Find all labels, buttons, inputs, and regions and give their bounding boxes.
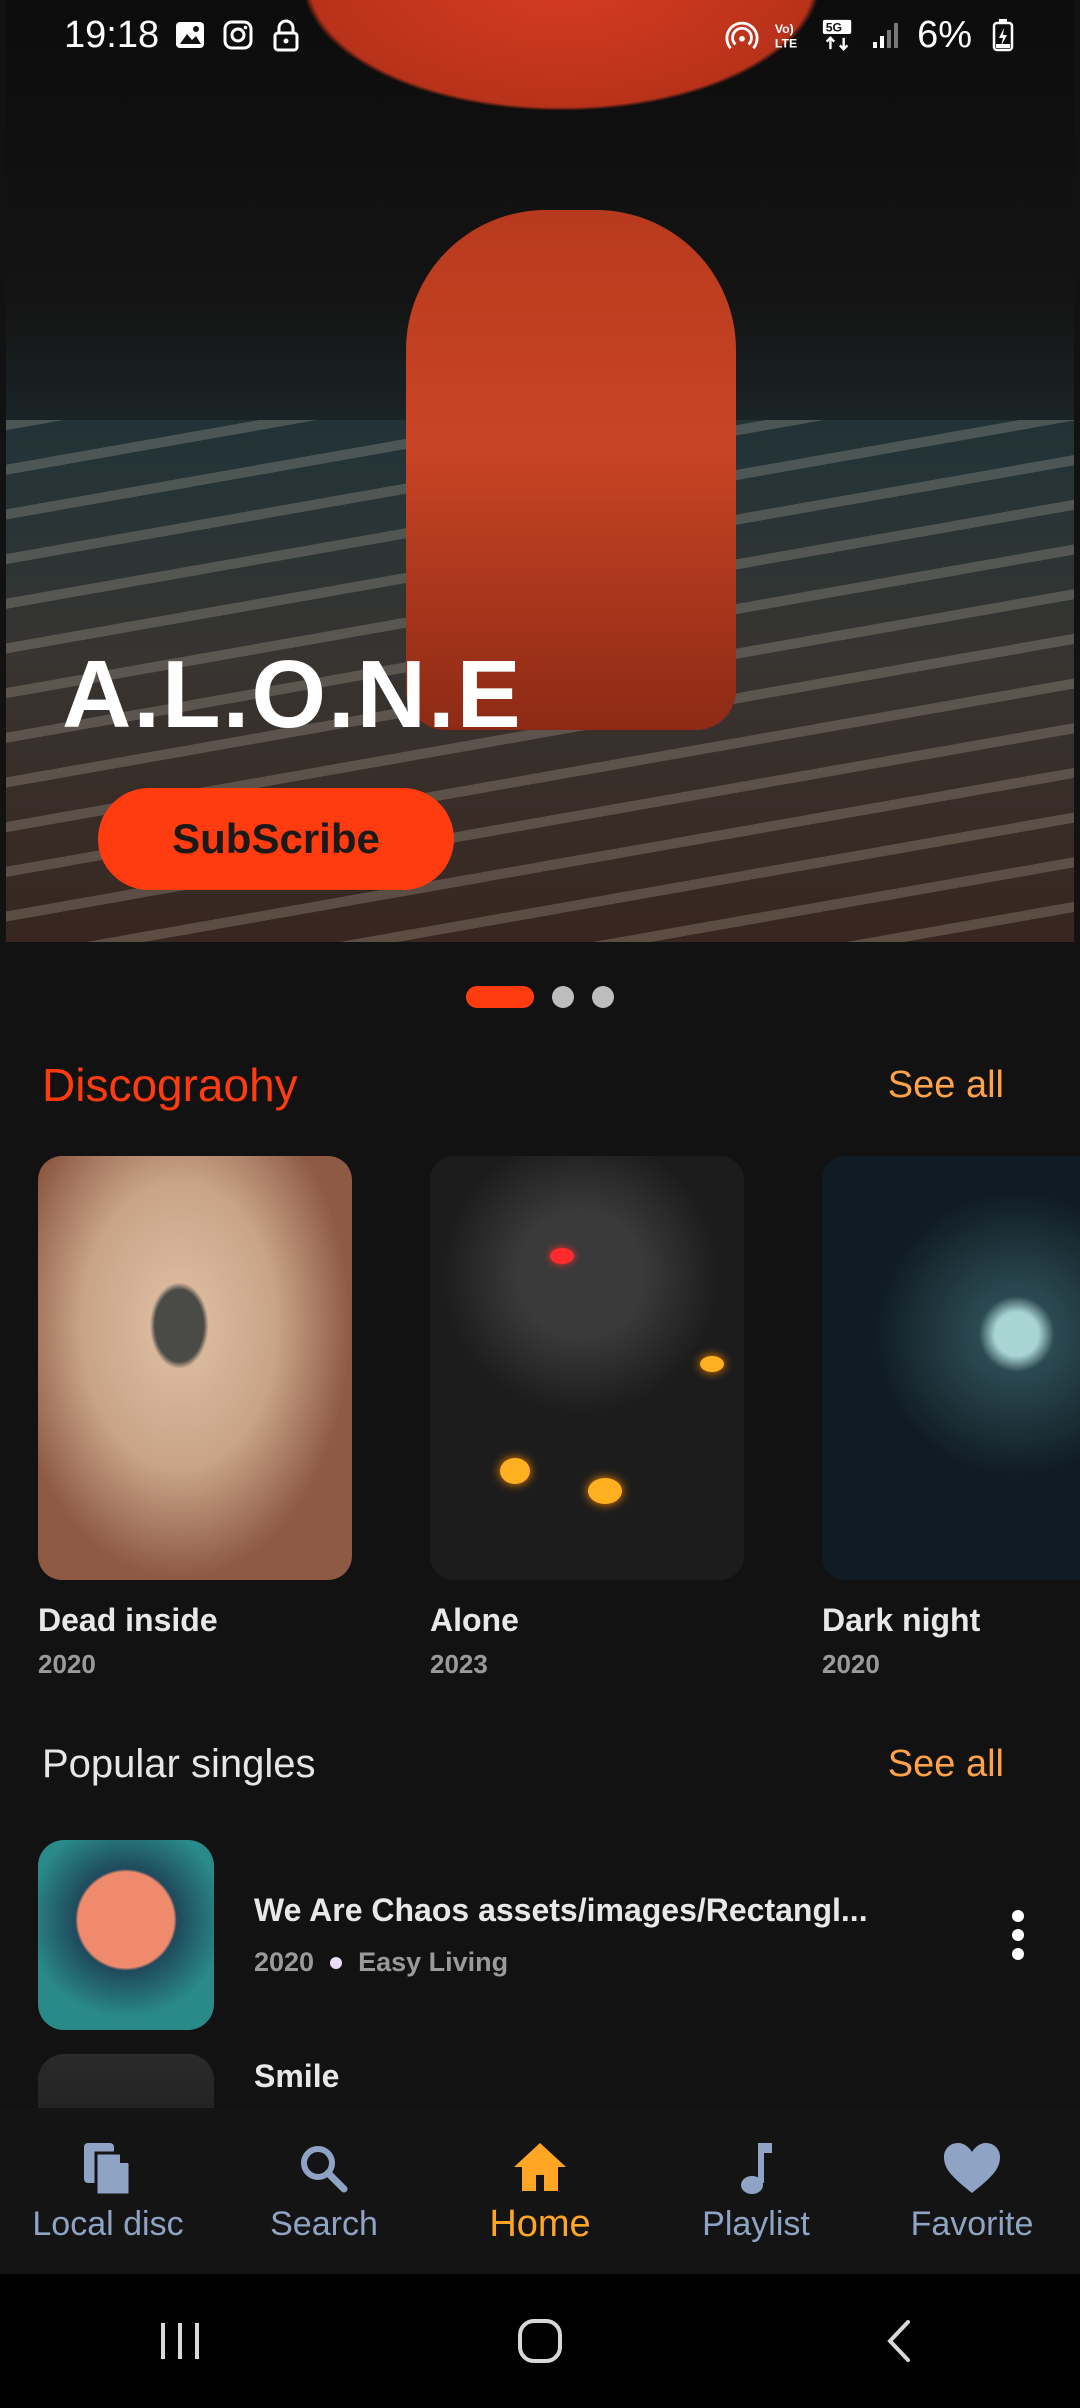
svg-text:5G: 5G bbox=[826, 21, 842, 35]
album-cover bbox=[38, 1156, 352, 1580]
recent-apps-button[interactable] bbox=[130, 2301, 230, 2381]
discography-title: Discograohy bbox=[42, 1059, 298, 1111]
single-info: We Are Chaos assets/images/Rectangl... 2… bbox=[254, 1892, 988, 1978]
single-info: Smile bbox=[254, 2058, 1048, 2095]
discography-see-all-link[interactable]: See all bbox=[888, 1064, 1004, 1107]
instagram-notification-icon bbox=[221, 18, 255, 52]
album-year: 2023 bbox=[430, 1649, 488, 1676]
nav-item-favorite[interactable]: Favorite bbox=[872, 2139, 1072, 2244]
cover-detail bbox=[550, 1248, 574, 1264]
subscribe-button[interactable]: SubScribe bbox=[98, 788, 454, 890]
nav-item-playlist[interactable]: Playlist bbox=[656, 2139, 856, 2244]
nav-label: Search bbox=[270, 2204, 378, 2243]
hero-banner[interactable]: A.L.O.N.E SubScribe bbox=[6, 0, 1074, 942]
single-title: We Are Chaos assets/images/Rectangl... bbox=[254, 1892, 868, 1928]
hotspot-icon bbox=[725, 18, 759, 52]
album-title: Dead inside bbox=[38, 1602, 218, 1638]
more-options-icon[interactable] bbox=[988, 1895, 1048, 1975]
album-title: Dark night bbox=[822, 1602, 981, 1638]
single-meta: 2020 Easy Living bbox=[254, 1947, 988, 1978]
single-thumbnail bbox=[38, 1840, 214, 2030]
nav-item-local-disc[interactable]: Local disc bbox=[8, 2139, 208, 2244]
hero-title: A.L.O.N.E bbox=[62, 641, 523, 748]
single-list-item[interactable]: We Are Chaos assets/images/Rectangl... 2… bbox=[38, 1840, 1048, 2030]
nav-label: Local disc bbox=[32, 2204, 184, 2243]
nav-label: Home bbox=[489, 2202, 591, 2245]
search-icon bbox=[294, 2139, 354, 2199]
cover-detail bbox=[588, 1478, 622, 1504]
music-note-icon bbox=[726, 2139, 786, 2199]
cover-detail bbox=[500, 1458, 530, 1484]
status-bar: 19:18 Vo) LTE 5G 6% bbox=[0, 0, 1080, 70]
single-list-item[interactable]: Smile bbox=[38, 2054, 1048, 2110]
single-list-clip: Smile bbox=[0, 2054, 1080, 2110]
heart-icon bbox=[942, 2139, 1002, 2199]
popular-singles-header: Popular singles See all bbox=[42, 1742, 1004, 1787]
bottom-navigation: Local disc Search Home Playlist Favorite bbox=[0, 2108, 1080, 2274]
single-thumbnail bbox=[38, 2054, 214, 2110]
carousel-dot[interactable] bbox=[592, 986, 614, 1008]
nav-item-home[interactable]: Home bbox=[440, 2137, 640, 2246]
files-icon bbox=[78, 2139, 138, 2199]
volte-icon: Vo) LTE bbox=[773, 18, 807, 52]
nav-label: Playlist bbox=[702, 2204, 810, 2243]
album-cover bbox=[430, 1156, 744, 1580]
home-icon bbox=[510, 2137, 570, 2197]
album-year: 2020 bbox=[38, 1649, 96, 1676]
status-time: 19:18 bbox=[64, 13, 160, 56]
album-card[interactable]: Dead inside 2020 bbox=[38, 1156, 352, 1676]
lock-icon bbox=[269, 18, 303, 52]
svg-text:LTE: LTE bbox=[775, 36, 797, 50]
home-button[interactable] bbox=[490, 2301, 590, 2381]
popular-singles-title: Popular singles bbox=[42, 1742, 316, 1786]
signal-icon bbox=[869, 18, 903, 52]
single-artist: Easy Living bbox=[358, 1947, 509, 1977]
nav-item-search[interactable]: Search bbox=[224, 2139, 424, 2244]
nav-label: Favorite bbox=[910, 2204, 1034, 2243]
system-navigation-bar bbox=[0, 2274, 1080, 2408]
single-year: 2020 bbox=[254, 1947, 315, 1977]
separator-dot bbox=[330, 1956, 343, 1969]
carousel-dot-active[interactable] bbox=[466, 986, 534, 1008]
album-card[interactable]: Alone 2023 bbox=[430, 1156, 744, 1676]
carousel-indicator bbox=[0, 986, 1080, 1008]
album-title: Alone bbox=[430, 1602, 519, 1638]
battery-percent: 6% bbox=[917, 13, 972, 56]
cover-detail bbox=[700, 1356, 724, 1372]
network-5g-icon: 5G bbox=[821, 18, 855, 52]
back-button[interactable] bbox=[850, 2301, 950, 2381]
popular-singles-see-all-link[interactable]: See all bbox=[888, 1743, 1004, 1786]
carousel-dot[interactable] bbox=[552, 986, 574, 1008]
status-left: 19:18 bbox=[64, 14, 303, 57]
album-carousel[interactable]: Dead inside 2020 Alone 2023 Dark night 2… bbox=[38, 1156, 1080, 1676]
discography-header: Discograohy See all bbox=[42, 1058, 1004, 1112]
album-cover bbox=[822, 1156, 1080, 1580]
album-year: 2020 bbox=[822, 1649, 880, 1676]
svg-text:Vo): Vo) bbox=[775, 22, 794, 36]
gallery-notification-icon bbox=[173, 18, 207, 52]
album-card[interactable]: Dark night 2020 bbox=[822, 1156, 1080, 1676]
single-title: Smile bbox=[254, 2058, 340, 2094]
status-right: Vo) LTE 5G 6% bbox=[725, 14, 1020, 57]
battery-charging-icon bbox=[986, 18, 1020, 52]
